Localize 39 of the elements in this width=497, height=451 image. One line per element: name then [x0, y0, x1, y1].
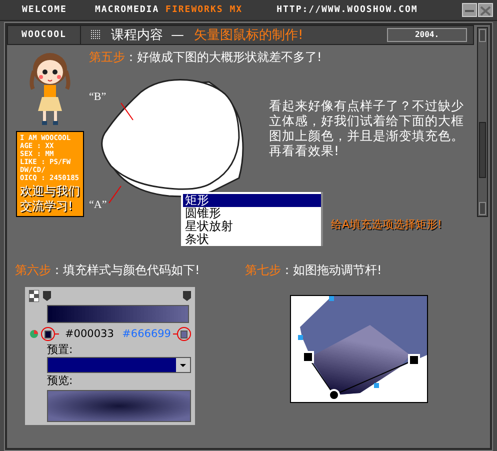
product-label: MACROMEDIA — [94, 5, 160, 15]
step-text: ：好做成下图的大概形状就差不多了! — [125, 50, 322, 64]
stop-marker-icon[interactable] — [43, 291, 51, 301]
start-color-code: #000033 — [65, 328, 114, 340]
scrollbar[interactable] — [477, 27, 488, 217]
fill-option[interactable]: 矩形 — [183, 194, 321, 207]
dash-separator: — — [171, 28, 184, 42]
url-label: HTTP://WWW.WOOSHOW.COM — [276, 5, 418, 15]
tip-text: 给A填充选项选择矩形! — [331, 217, 442, 232]
product-name: FIREWORKS MX — [166, 5, 243, 15]
step-label: 第五步 — [89, 50, 125, 64]
year-label: 2004. — [387, 28, 467, 42]
color-stop-icon[interactable] — [29, 326, 59, 342]
close-icon — [480, 6, 491, 16]
fill-option[interactable]: 圆锥形 — [183, 207, 321, 220]
checker-icon — [29, 290, 39, 302]
preset-dropdown[interactable] — [47, 357, 191, 373]
step-text: ：填充样式与颜色代码如下! — [51, 263, 200, 277]
stop-marker-icon[interactable] — [183, 291, 191, 301]
welcome-label: WELCOME — [22, 5, 67, 15]
scroll-down-button[interactable] — [479, 202, 486, 215]
scroll-thumb[interactable] — [479, 122, 486, 178]
scroll-up-button[interactable] — [479, 29, 486, 42]
instruction-text: 看起来好像有点样子了？不过缺少立体感，好我们试着给下面的大框图加上颜色，并且是渐变填充色。再看看效果! — [269, 98, 465, 160]
close-button[interactable] — [478, 3, 493, 17]
section-title: 课程内容 — [111, 27, 163, 44]
end-color-code: #666699 — [122, 328, 171, 340]
minimize-button[interactable] — [462, 3, 477, 17]
step-label: 第六步 — [15, 263, 51, 277]
step-text: ：如图拖动调节杆! — [281, 263, 382, 277]
preset-label: 预置: — [47, 342, 74, 357]
step-label: 第七步 — [245, 263, 281, 277]
preview-label: 预览: — [47, 373, 74, 388]
greeting-text: 欢迎与我们交流学习! — [20, 184, 81, 214]
page-title: 矢量图鼠标的制作! — [194, 27, 304, 44]
color-stop-icon[interactable] — [173, 326, 191, 342]
logo: WOOCOOL — [8, 26, 81, 44]
fill-option[interactable]: 条状 — [183, 233, 321, 246]
fill-option[interactable]: 星状放射 — [183, 220, 321, 233]
